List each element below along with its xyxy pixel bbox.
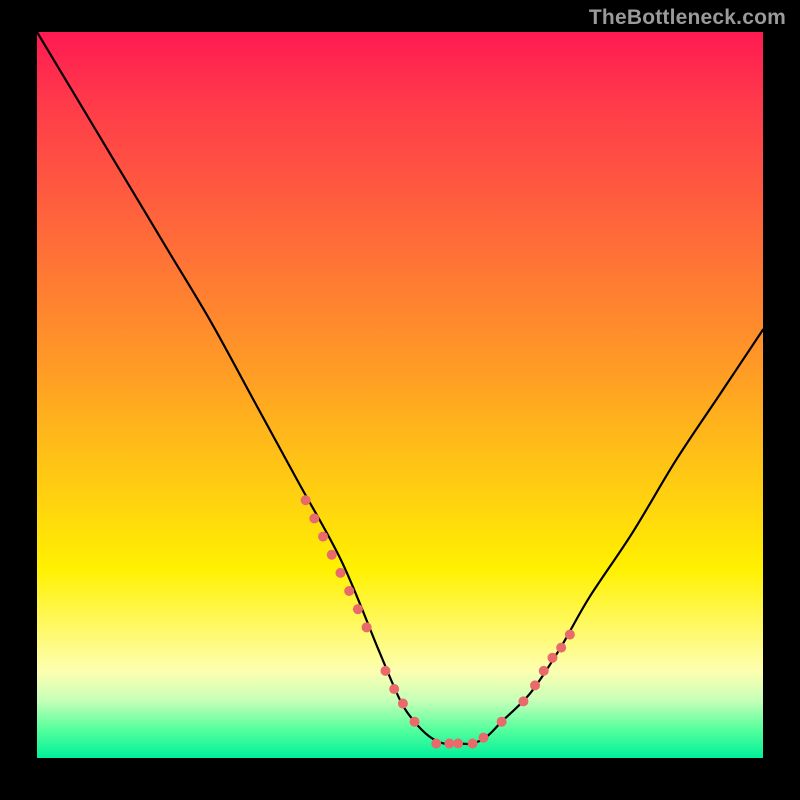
highlight-point bbox=[478, 733, 488, 743]
plot-area bbox=[37, 32, 763, 758]
highlight-point bbox=[335, 568, 345, 578]
highlight-point bbox=[539, 666, 549, 676]
highlight-points bbox=[301, 495, 575, 748]
highlight-point bbox=[530, 680, 540, 690]
highlight-point bbox=[380, 666, 390, 676]
highlight-point bbox=[389, 684, 399, 694]
highlight-point bbox=[362, 622, 372, 632]
highlight-point bbox=[497, 717, 507, 727]
highlight-point bbox=[431, 738, 441, 748]
highlight-point bbox=[556, 643, 566, 653]
highlight-point bbox=[410, 717, 420, 727]
chart-frame: TheBottleneck.com bbox=[0, 0, 800, 800]
highlight-point bbox=[453, 738, 463, 748]
highlight-point bbox=[318, 532, 328, 542]
highlight-point bbox=[565, 630, 575, 640]
highlight-point bbox=[309, 513, 319, 523]
watermark-label: TheBottleneck.com bbox=[589, 6, 786, 30]
curve-layer bbox=[37, 32, 763, 758]
highlight-point bbox=[327, 550, 337, 560]
highlight-point bbox=[301, 495, 311, 505]
highlight-point bbox=[547, 653, 557, 663]
highlight-point bbox=[344, 586, 354, 596]
highlight-point bbox=[518, 696, 528, 706]
highlight-point bbox=[444, 738, 454, 748]
bottleneck-curve bbox=[37, 32, 763, 744]
highlight-point bbox=[468, 738, 478, 748]
highlight-point bbox=[353, 604, 363, 614]
highlight-point bbox=[398, 699, 408, 709]
